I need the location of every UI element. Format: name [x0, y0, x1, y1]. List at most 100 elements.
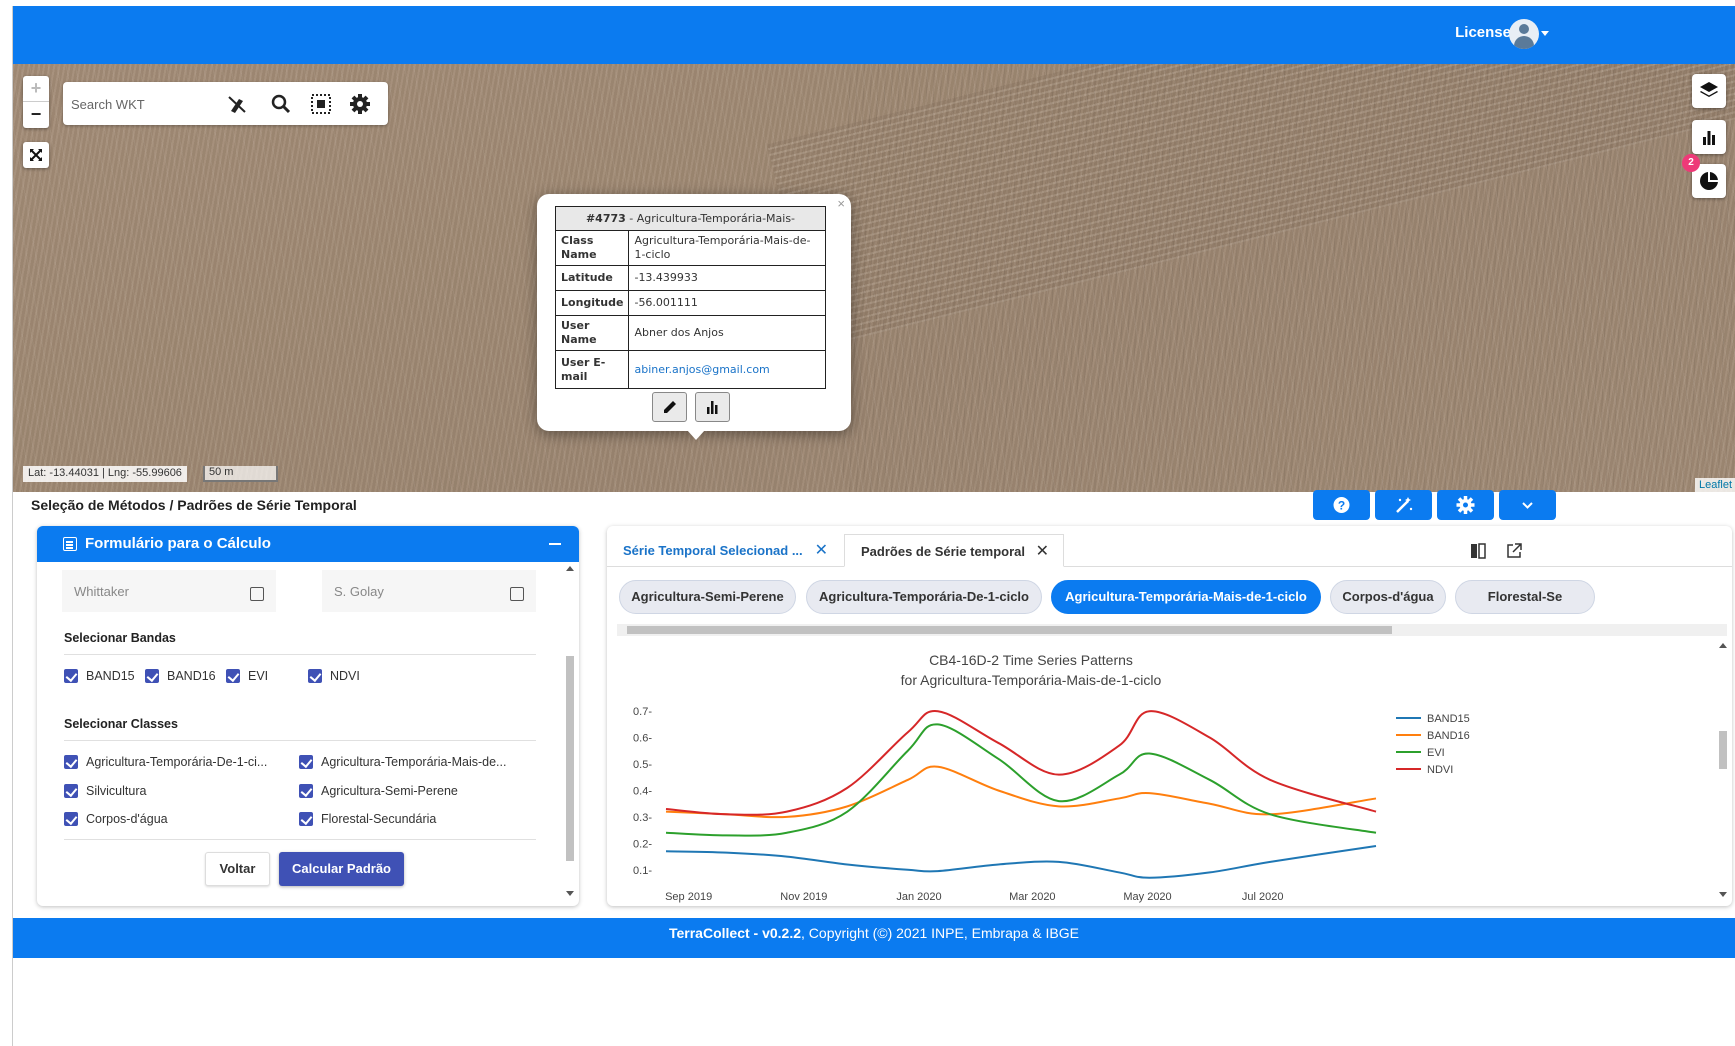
split-view-icon[interactable] [1469, 542, 1487, 560]
divider [64, 654, 536, 655]
tab-series-patterns[interactable]: Padrões de Série temporal ✕ [844, 534, 1064, 567]
x-tick-label: Sep 2019 [665, 891, 712, 903]
popup-key: Longitude [554, 290, 630, 316]
class-checkbox[interactable]: Agricultura-Temporária-Mais-de... [299, 754, 506, 770]
user-avatar-icon[interactable] [1509, 19, 1539, 49]
y-tick-label: 0.1- [633, 865, 652, 877]
svg-text:?: ? [1338, 499, 1345, 513]
cursor-coordinates: Lat: -13.44031 | Lng: -55.99606 [23, 466, 187, 482]
class-chip[interactable]: Agricultura-Temporária-De-1-ciclo [806, 580, 1042, 614]
user-menu-caret-icon[interactable] [1541, 31, 1549, 36]
sgolay-checkbox[interactable] [510, 587, 524, 601]
open-external-icon[interactable] [1505, 542, 1523, 560]
collapse-form-button[interactable] [549, 543, 561, 545]
class-chip-active[interactable]: Agricultura-Temporária-Mais-de-1-ciclo [1051, 580, 1321, 614]
popup-key: User Name [554, 315, 630, 351]
user-email-link[interactable]: abiner.anjos@gmail.com [634, 363, 769, 376]
close-tab-icon[interactable]: ✕ [1036, 535, 1049, 568]
time-series-card: Série Temporal Selecionad ... ✕ Padrões … [607, 526, 1732, 906]
edit-button[interactable] [652, 392, 687, 422]
clear-format-icon[interactable] [225, 92, 249, 116]
form-header: Formulário para o Cálculo [37, 526, 579, 562]
select-area-icon[interactable] [309, 92, 333, 116]
footer: TerraCollect - v0.2.2, Copyright (©) 202… [13, 918, 1735, 958]
y-tick-label: 0.7- [633, 706, 652, 718]
gear-icon[interactable] [348, 92, 372, 116]
app-window: License + − Search WKT 2 × #4773 - Agric… [12, 6, 1735, 1046]
layers-button[interactable] [1692, 74, 1726, 108]
chips-scrollbar[interactable] [617, 624, 1727, 636]
panel-title: Seleção de Métodos / Padrões de Série Te… [31, 497, 357, 513]
band-checkbox-band16[interactable]: BAND16 [145, 668, 216, 684]
scroll-up-arrow-icon[interactable] [1719, 643, 1727, 648]
whittaker-checkbox[interactable] [250, 587, 264, 601]
class-checkbox[interactable]: Florestal-Secundária [299, 811, 436, 827]
search-icon[interactable] [269, 92, 293, 116]
scroll-down-arrow-icon[interactable] [566, 891, 574, 896]
scroll-thumb[interactable] [627, 626, 1392, 634]
chevron-down-icon [1522, 502, 1533, 509]
form-scrollbar[interactable] [565, 566, 575, 896]
leaflet-attribution[interactable]: Leaflet [1694, 478, 1735, 492]
whittaker-label: Whittaker [74, 584, 129, 599]
license-link[interactable]: License [1455, 24, 1511, 41]
whittaker-option[interactable]: Whittaker [62, 570, 276, 612]
footer-copyright: , Copyright (©) 2021 INPE, Embrapa & IBG… [801, 925, 1079, 941]
scroll-down-arrow-icon[interactable] [1719, 892, 1727, 897]
scroll-up-arrow-icon[interactable] [566, 566, 574, 571]
band-checkbox-evi[interactable]: EVI [226, 668, 268, 684]
back-button[interactable]: Voltar [205, 852, 270, 886]
settings-button[interactable] [1437, 490, 1494, 520]
x-tick-label: Nov 2019 [780, 891, 827, 903]
y-tick-label: 0.5- [633, 759, 652, 771]
class-checkbox[interactable]: Agricultura-Semi-Perene [299, 783, 458, 799]
scroll-thumb[interactable] [1719, 731, 1727, 769]
form-list-icon [63, 537, 77, 551]
chart-title: CB4-16D-2 Time Series Patterns [929, 652, 1133, 668]
popup-key: Class Name [554, 230, 630, 266]
help-button[interactable]: ? [1313, 490, 1370, 520]
zoom-out-button[interactable]: − [23, 102, 49, 128]
zoom-in-button[interactable]: + [23, 76, 49, 102]
chart-scrollbar[interactable] [1718, 639, 1728, 901]
x-axis: Sep 2019 Nov 2019 Jan 2020 Mar 2020 May 2020… [665, 891, 1283, 903]
time-series-chart: CB4-16D-2 Time Series Patterns for Agric… [633, 652, 1470, 903]
map-view[interactable]: + − Search WKT 2 × #4773 - Agricultura-T… [13, 64, 1735, 492]
zoom-control: + − [23, 76, 49, 128]
close-tab-icon[interactable]: ✕ [815, 534, 828, 567]
tab-label: Série Temporal Selecionad ... [623, 543, 803, 558]
form-title: Formulário para o Cálculo [85, 535, 271, 552]
wizard-button[interactable] [1375, 490, 1432, 520]
class-checkbox[interactable]: Silvicultura [64, 783, 146, 799]
collapse-panel-button[interactable] [1499, 490, 1556, 520]
popup-value: -56.001111 [628, 290, 826, 316]
y-tick-label: 0.6- [633, 733, 652, 745]
class-chip[interactable]: Corpos-d'água [1330, 580, 1446, 614]
popup-value: Abner dos Anjos [628, 315, 826, 351]
series-line-band15 [665, 845, 1377, 879]
view-chart-button[interactable] [695, 392, 730, 422]
band-checkbox-band15[interactable]: BAND15 [64, 668, 135, 684]
sgolay-option[interactable]: S. Golay [322, 570, 536, 612]
divider [64, 740, 536, 741]
calculate-pattern-button[interactable]: Calcular Padrão [279, 852, 404, 886]
class-checkbox[interactable]: Corpos-d'água [64, 811, 168, 827]
series-line-band16 [665, 765, 1377, 819]
class-checkbox[interactable]: Agricultura-Temporária-De-1-ci... [64, 754, 267, 770]
help-icon: ? [1333, 497, 1350, 513]
search-wkt-input[interactable] [71, 92, 221, 116]
band-checkbox-ndvi[interactable]: NDVI [308, 668, 360, 684]
fullscreen-button[interactable] [23, 142, 49, 168]
scroll-thumb[interactable] [566, 656, 574, 861]
class-chip[interactable]: Florestal-Se [1455, 580, 1595, 614]
class-chip[interactable]: Agricultura-Semi-Perene [619, 580, 796, 614]
tab-selected-series[interactable]: Série Temporal Selecionad ... ✕ [607, 534, 842, 567]
popup-close-button[interactable]: × [837, 196, 845, 211]
y-tick-label: 0.4- [633, 786, 652, 798]
gear-icon [1456, 496, 1475, 514]
x-tick-label: Jan 2020 [896, 891, 941, 903]
chart-button[interactable] [1692, 120, 1726, 154]
bar-chart-icon [707, 401, 718, 414]
layers-icon [1700, 82, 1718, 97]
notification-badge: 2 [1682, 154, 1700, 172]
